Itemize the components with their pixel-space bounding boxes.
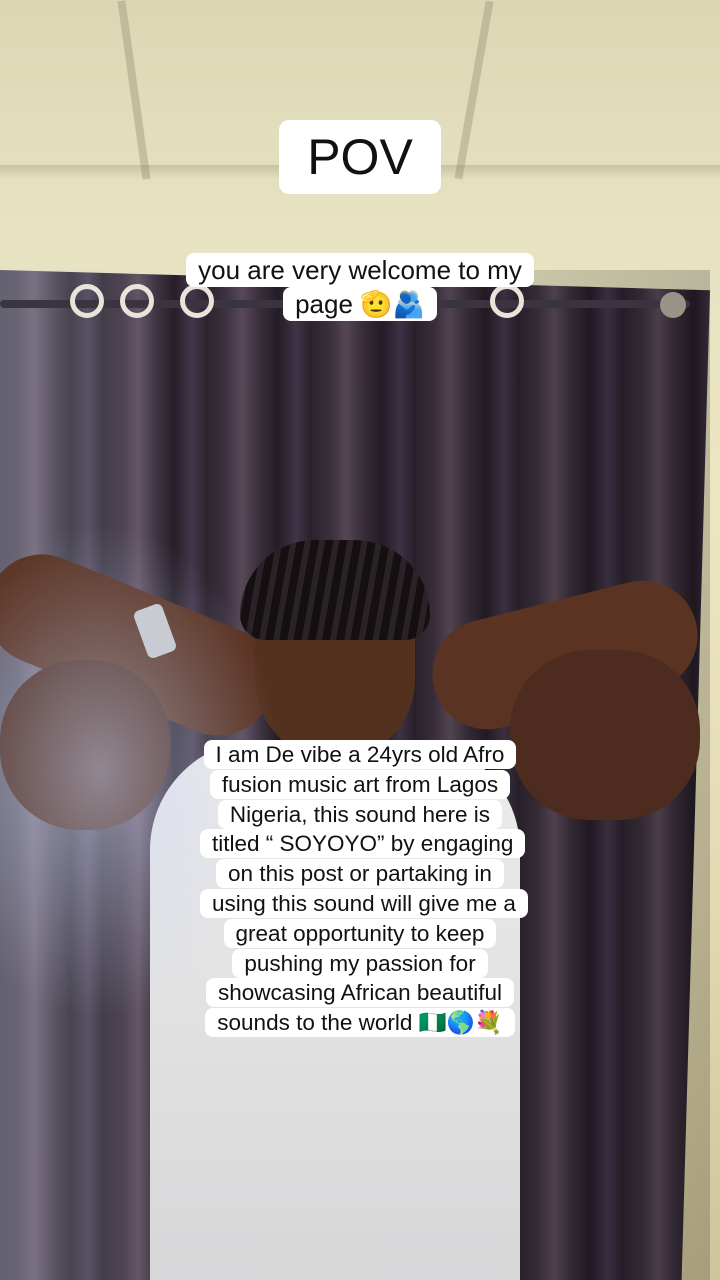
welcome-text: you are very welcome to my page 🫡🫂 [186, 253, 534, 321]
pov-caption: POV [0, 120, 720, 194]
bio-text: I am De vibe a 24yrs old Afro fusion mus… [200, 740, 528, 1038]
welcome-caption: you are very welcome to my page 🫡🫂 [0, 253, 720, 321]
bio-caption: I am De vibe a 24yrs old Afro fusion mus… [0, 740, 720, 1038]
pov-label: POV [279, 120, 441, 194]
